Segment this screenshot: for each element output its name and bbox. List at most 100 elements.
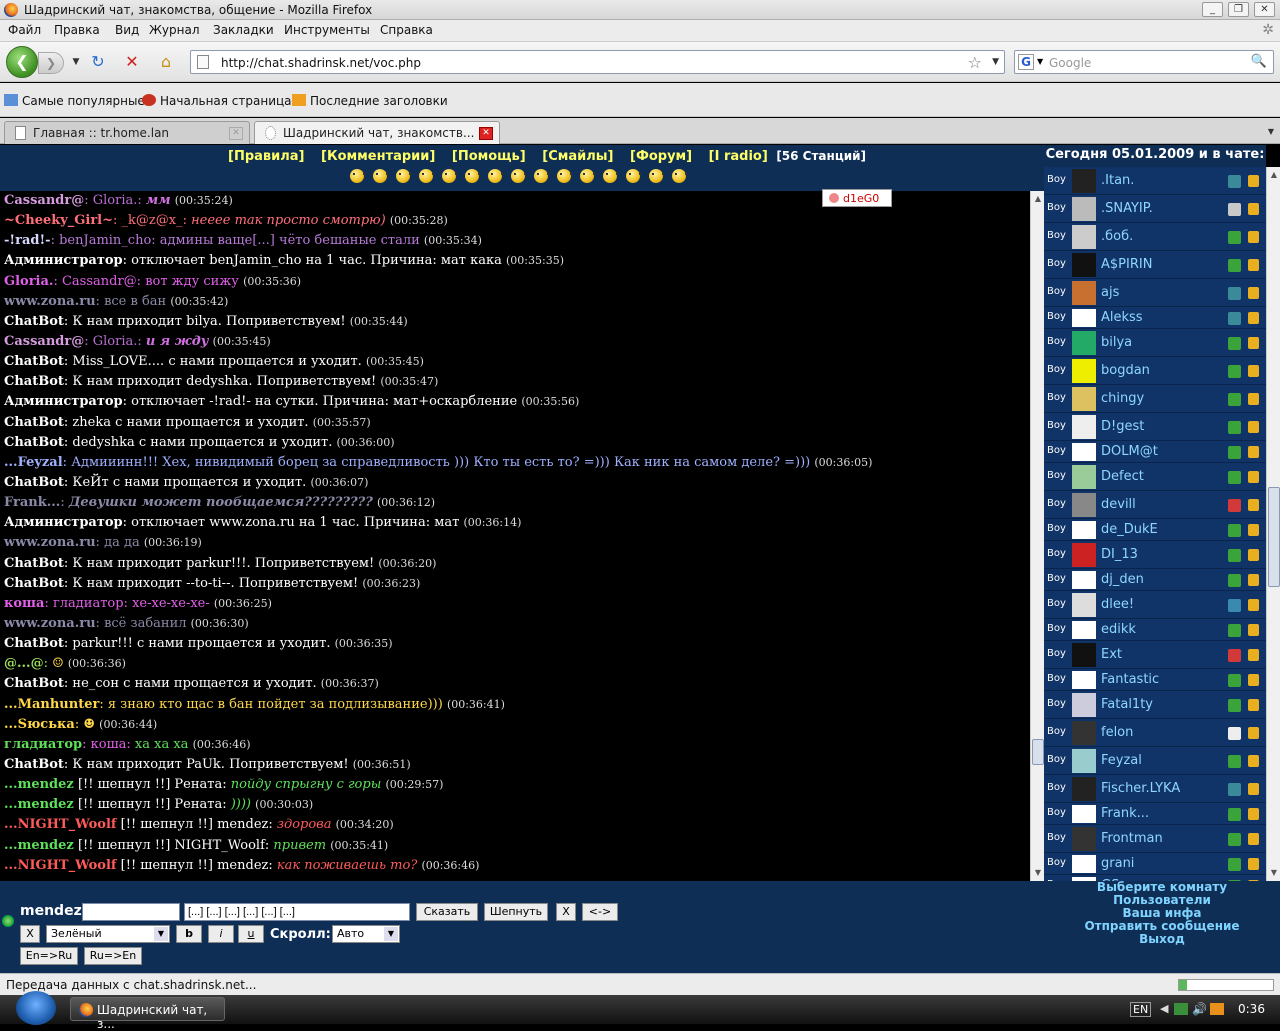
user-name[interactable]: DI_13 xyxy=(1101,547,1138,562)
menu-edit[interactable]: Правка xyxy=(54,23,100,37)
lock-icon[interactable] xyxy=(1248,231,1259,243)
user-name[interactable]: Frank... xyxy=(1101,806,1149,821)
tray-expand-icon[interactable]: ◀ xyxy=(1160,1002,1168,1015)
lock-icon[interactable] xyxy=(1248,727,1259,739)
avatar[interactable] xyxy=(1072,359,1096,383)
smiley-icon[interactable] xyxy=(350,169,365,183)
message-author[interactable]: ChatBot xyxy=(4,314,64,329)
message-author[interactable]: ...Sюська xyxy=(4,717,75,732)
history-dropdown-icon[interactable]: ▼ xyxy=(66,52,86,72)
lock-icon[interactable] xyxy=(1248,175,1259,187)
avatar[interactable] xyxy=(1072,197,1096,221)
message-author[interactable]: ChatBot xyxy=(4,354,64,369)
link-radio[interactable]: [I radio] xyxy=(709,149,768,164)
lock-icon[interactable] xyxy=(1248,446,1259,458)
avatar[interactable] xyxy=(1072,169,1096,193)
user-row[interactable]: Boy felon xyxy=(1044,719,1266,747)
user-row[interactable]: Boy .боб. xyxy=(1044,223,1266,251)
avatar[interactable] xyxy=(1072,415,1096,439)
scroll-down-icon[interactable]: ▼ xyxy=(1032,867,1044,879)
avatar[interactable] xyxy=(1072,671,1096,689)
forward-button[interactable]: ❯ xyxy=(38,52,64,74)
close-tab-icon[interactable]: ✕ xyxy=(229,127,243,140)
taskbar-firefox-button[interactable]: Шадринский чат, з... xyxy=(70,997,225,1031)
user-row[interactable]: Boy de_DukE xyxy=(1044,519,1266,541)
message-author[interactable]: @...@ xyxy=(4,656,44,671)
media-player-icon[interactable] xyxy=(1210,1003,1224,1015)
home-icon[interactable]: ⌂ xyxy=(156,52,176,72)
menu-view[interactable]: Вид xyxy=(115,23,139,37)
lock-icon[interactable] xyxy=(1248,574,1259,586)
lock-icon[interactable] xyxy=(1248,312,1259,324)
user-row[interactable]: Boy Fatal1ty xyxy=(1044,691,1266,719)
smiley-icon[interactable] xyxy=(672,169,687,183)
avatar[interactable] xyxy=(1072,493,1096,517)
scroll-select[interactable]: Авто ▼ xyxy=(332,925,400,943)
scroll-up-icon[interactable]: ▲ xyxy=(1032,193,1044,205)
avatar[interactable] xyxy=(1072,543,1096,567)
smiley-icon[interactable] xyxy=(626,169,641,183)
user-name[interactable]: D!gest xyxy=(1101,419,1144,434)
volume-icon[interactable]: 🔊 xyxy=(1192,1002,1207,1016)
avatar[interactable] xyxy=(1072,749,1096,773)
user-row[interactable]: Boy grani xyxy=(1044,853,1266,875)
user-name[interactable]: .боб. xyxy=(1101,229,1133,244)
user-row[interactable]: Boy Feyzal xyxy=(1044,747,1266,775)
avatar[interactable] xyxy=(1072,621,1096,639)
say-button[interactable]: Сказать xyxy=(416,903,478,921)
bookmark-star-icon[interactable]: ☆ xyxy=(968,53,982,72)
lock-icon[interactable] xyxy=(1248,524,1259,536)
user-row[interactable]: Boy bilya xyxy=(1044,329,1266,357)
menu-file[interactable]: Файл xyxy=(8,23,41,37)
user-row[interactable]: Boy DI_13 xyxy=(1044,541,1266,569)
message-author[interactable]: Gloria. xyxy=(4,274,53,289)
search-icon[interactable]: 🔍 xyxy=(1251,54,1267,69)
avatar[interactable] xyxy=(1072,281,1096,305)
underline-button[interactable]: u xyxy=(238,925,264,943)
address-bar[interactable]: http://chat.shadrinsk.net/voc.php ☆ ▼ xyxy=(190,50,1005,74)
user-name[interactable]: dj_den xyxy=(1101,572,1144,587)
user-name[interactable]: Fatal1ty xyxy=(1101,697,1153,712)
lock-icon[interactable] xyxy=(1248,393,1259,405)
user-row[interactable]: Boy Frank... xyxy=(1044,803,1266,825)
message-author[interactable]: ChatBot xyxy=(4,374,64,389)
tab-home-lan[interactable]: Главная :: tr.home.lan ✕ xyxy=(4,121,250,144)
smiley-icon[interactable] xyxy=(488,169,503,183)
scroll-down-icon[interactable]: ▼ xyxy=(1268,867,1280,879)
smiley-icon[interactable] xyxy=(442,169,457,183)
lock-icon[interactable] xyxy=(1248,599,1259,611)
bookmark-popular[interactable]: Самые популярные xyxy=(4,94,145,108)
user-name[interactable]: grani xyxy=(1101,856,1134,871)
message-author[interactable]: ...NIGHT_Woolf xyxy=(4,858,117,873)
message-author[interactable]: Администратор xyxy=(4,253,123,268)
user-row[interactable]: Boy .SNAYIP. xyxy=(1044,195,1266,223)
user-row[interactable]: Boy Frontman xyxy=(1044,825,1266,853)
user-row[interactable]: Boy ajs xyxy=(1044,279,1266,307)
user-name[interactable]: .Itan. xyxy=(1101,173,1134,188)
italic-button[interactable]: i xyxy=(208,925,234,943)
message-author[interactable]: ...mendez xyxy=(4,797,74,812)
avatar[interactable] xyxy=(1072,643,1096,667)
user-row[interactable]: Boy Ext xyxy=(1044,641,1266,669)
user-row[interactable]: Boy .Itan. xyxy=(1044,167,1266,195)
smiley-icon[interactable] xyxy=(373,169,388,183)
avatar[interactable] xyxy=(1072,387,1096,411)
stop-icon[interactable]: ✕ xyxy=(122,52,142,72)
menu-bookmarks[interactable]: Закладки xyxy=(213,23,274,37)
clock[interactable]: 0:36 xyxy=(1238,1002,1265,1016)
recipients-field[interactable] xyxy=(184,903,410,921)
search-box[interactable]: G ▼ Google 🔍 xyxy=(1014,50,1274,74)
message-author[interactable]: коша xyxy=(4,596,44,611)
reload-icon[interactable]: ↻ xyxy=(88,52,108,72)
close-window-button[interactable]: ✕ xyxy=(1254,2,1275,17)
engine-dropdown-icon[interactable]: ▼ xyxy=(1037,57,1043,66)
smiley-icon[interactable] xyxy=(649,169,664,183)
message-input[interactable] xyxy=(82,903,180,921)
lock-icon[interactable] xyxy=(1248,549,1259,561)
user-name[interactable]: bilya xyxy=(1101,335,1132,350)
bookmark-latest-headlines[interactable]: Последние заголовки xyxy=(292,94,448,108)
smiley-icon[interactable] xyxy=(396,169,411,183)
minimize-button[interactable]: _ xyxy=(1202,2,1223,17)
smiley-icon[interactable] xyxy=(534,169,549,183)
tab-list-icon[interactable]: ▼ xyxy=(1264,123,1278,141)
